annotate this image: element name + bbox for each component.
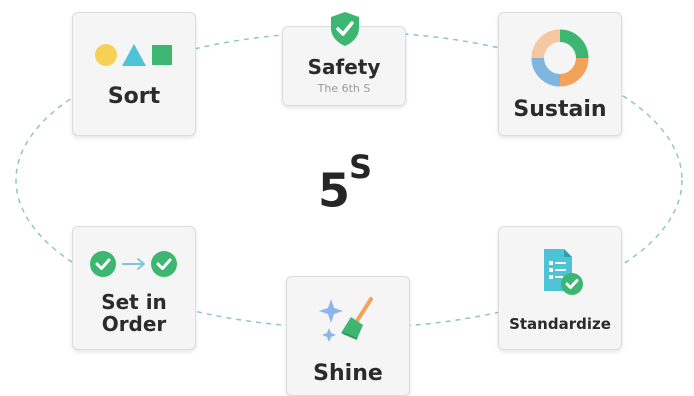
set-in-order-line1: Set in (101, 290, 167, 314)
sustain-label: Sustain (513, 97, 607, 122)
shapes-icon (95, 44, 172, 66)
standardize-card[interactable]: Standardize (498, 226, 622, 350)
cycle-ring-icon (531, 29, 589, 87)
sustain-card[interactable]: Sustain (498, 12, 622, 136)
check-to-check-icon (90, 251, 177, 277)
diagram-title: 5S (318, 148, 372, 218)
shine-card[interactable]: Shine (286, 276, 410, 396)
sort-card[interactable]: Sort (72, 12, 196, 136)
safety-sublabel: The 6th S (317, 82, 371, 95)
title-main: 5 (318, 163, 350, 218)
shine-label: Shine (313, 361, 383, 386)
safety-card[interactable]: Safety The 6th S (282, 12, 406, 106)
document-check-icon (544, 249, 583, 295)
set-in-order-card[interactable]: Set in Order (72, 226, 196, 350)
set-in-order-line2: Order (101, 312, 167, 336)
sparkle-broom-icon (319, 297, 373, 342)
title-sup: S (349, 148, 372, 186)
safety-label: Safety (307, 55, 381, 79)
sort-label: Sort (107, 84, 161, 109)
set-in-order-label: Set in Order (101, 291, 167, 335)
standardize-label: Standardize (509, 315, 611, 333)
shield-check-icon (331, 12, 359, 46)
